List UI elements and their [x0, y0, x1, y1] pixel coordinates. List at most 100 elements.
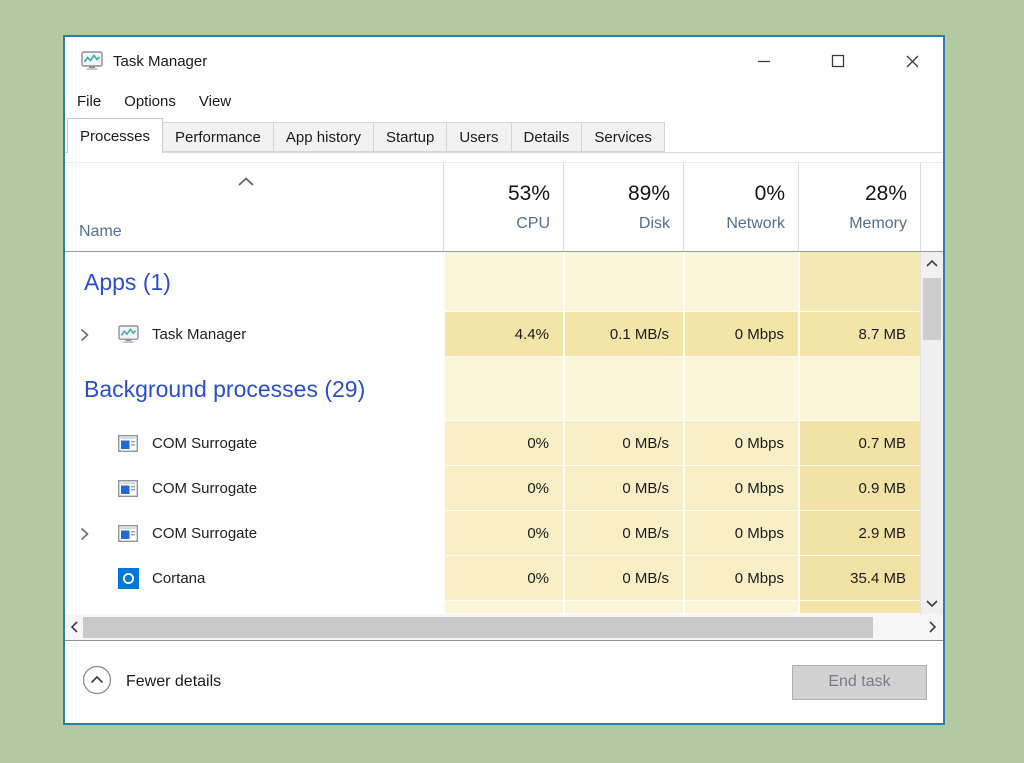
- column-header-memory[interactable]: 28% Memory: [798, 163, 920, 251]
- process-name: COM Surrogate: [152, 480, 257, 497]
- network-cell: 0 Mbps: [683, 421, 798, 466]
- scroll-right-icon[interactable]: [923, 614, 941, 640]
- cpu-cell: 0%: [443, 511, 563, 556]
- memory-cell: [798, 252, 920, 312]
- maximize-icon[interactable]: [821, 46, 855, 76]
- close-icon[interactable]: [895, 46, 929, 76]
- disk-cell: [563, 357, 683, 421]
- tab-processes[interactable]: Processes: [67, 118, 163, 153]
- sort-chevron-up-icon: [237, 173, 255, 191]
- memory-column-label: Memory: [849, 215, 907, 233]
- disk-cell: 0 MB/s: [563, 556, 683, 601]
- cpu-cell: [443, 357, 563, 421]
- group-row-background[interactable]: Background processes (29): [65, 357, 920, 421]
- disk-total-percent: 89%: [628, 182, 670, 206]
- network-cell: 0 Mbps: [683, 556, 798, 601]
- fewer-details-toggle[interactable]: Fewer details: [82, 665, 221, 700]
- memory-cell: 0.7 MB: [798, 421, 920, 466]
- memory-total-percent: 28%: [865, 182, 907, 206]
- horizontal-scrollbar[interactable]: [65, 614, 943, 641]
- task-manager-window: Task Manager File Options View Processes…: [63, 35, 945, 725]
- process-name: COM Surrogate: [152, 525, 257, 542]
- title-bar: Task Manager: [65, 37, 943, 85]
- table-row-com-surrogate-2[interactable]: COM Surrogate 0% 0 MB/s 0 Mbps 0.9 MB: [65, 466, 920, 511]
- network-cell: 0 Mbps: [683, 511, 798, 556]
- memory-cell: [798, 357, 920, 421]
- disk-column-label: Disk: [639, 215, 670, 233]
- expand-chevron-icon[interactable]: [80, 527, 100, 541]
- scroll-left-icon[interactable]: [65, 614, 83, 640]
- horizontal-scroll-thumb[interactable]: [83, 617, 873, 638]
- com-surrogate-icon: [116, 525, 140, 542]
- column-header-network[interactable]: 0% Network: [683, 163, 798, 251]
- table-row-cortana[interactable]: Cortana 0% 0 MB/s 0 Mbps 35.4 MB: [65, 556, 920, 601]
- table-row-com-surrogate-3[interactable]: COM Surrogate 0% 0 MB/s 0 Mbps 2.9 MB: [65, 511, 920, 556]
- cpu-cell: [443, 252, 563, 312]
- cpu-column-label: CPU: [516, 215, 550, 233]
- task-manager-icon: [116, 325, 140, 344]
- footer-bar: Fewer details End task: [65, 641, 943, 723]
- partial-row: [65, 601, 920, 614]
- memory-cell: 8.7 MB: [798, 312, 920, 357]
- scroll-up-icon[interactable]: [921, 252, 943, 274]
- minimize-icon[interactable]: [747, 46, 781, 76]
- process-name: Cortana: [152, 570, 205, 587]
- table-row-com-surrogate-1[interactable]: COM Surrogate 0% 0 MB/s 0 Mbps 0.7 MB: [65, 421, 920, 466]
- com-surrogate-icon: [116, 435, 140, 452]
- group-label: Background processes (29): [80, 376, 365, 403]
- column-header-disk[interactable]: 89% Disk: [563, 163, 683, 251]
- circle-chevron-up-icon: [82, 665, 112, 700]
- name-column-label: Name: [79, 223, 122, 241]
- memory-cell: 0.9 MB: [798, 466, 920, 511]
- end-task-button[interactable]: End task: [792, 665, 927, 700]
- cpu-cell: 0%: [443, 556, 563, 601]
- com-surrogate-icon: [116, 480, 140, 497]
- group-label: Apps (1): [80, 269, 171, 296]
- network-cell: [683, 357, 798, 421]
- expand-chevron-icon[interactable]: [80, 328, 100, 342]
- process-name: Task Manager: [152, 326, 246, 343]
- window-title: Task Manager: [113, 53, 207, 70]
- cortana-icon: [116, 568, 140, 589]
- column-header-row: Name 53% CPU 89% Disk 0% Network 28% Mem…: [65, 162, 943, 252]
- memory-cell: 2.9 MB: [798, 511, 920, 556]
- menu-view[interactable]: View: [199, 90, 242, 113]
- network-column-label: Network: [726, 215, 785, 233]
- network-total-percent: 0%: [755, 182, 785, 206]
- tab-bar: Processes Performance App history Startu…: [65, 117, 943, 153]
- process-table: Apps (1): [65, 252, 943, 614]
- process-name: COM Surrogate: [152, 435, 257, 452]
- process-rows: Apps (1): [65, 252, 920, 614]
- tab-details[interactable]: Details: [511, 122, 583, 152]
- cpu-cell: 4.4%: [443, 312, 563, 357]
- vertical-scroll-thumb[interactable]: [923, 278, 941, 340]
- window-controls: [707, 46, 929, 76]
- disk-cell: 0 MB/s: [563, 421, 683, 466]
- tab-performance[interactable]: Performance: [162, 122, 274, 152]
- fewer-details-label: Fewer details: [126, 673, 221, 691]
- group-row-apps[interactable]: Apps (1): [65, 252, 920, 312]
- menu-options[interactable]: Options: [124, 90, 187, 113]
- cpu-total-percent: 53%: [508, 182, 550, 206]
- table-row-task-manager[interactable]: Task Manager 4.4% 0.1 MB/s 0 Mbps 8.7 MB: [65, 312, 920, 357]
- column-header-name[interactable]: Name: [65, 163, 443, 251]
- task-manager-app-icon: [81, 51, 103, 71]
- tab-app-history[interactable]: App history: [273, 122, 374, 152]
- tab-services[interactable]: Services: [581, 122, 665, 152]
- disk-cell: 0 MB/s: [563, 511, 683, 556]
- tab-users[interactable]: Users: [446, 122, 511, 152]
- vertical-scrollbar[interactable]: [920, 252, 943, 614]
- scroll-down-icon[interactable]: [921, 592, 943, 614]
- disk-cell: 0.1 MB/s: [563, 312, 683, 357]
- column-header-cpu[interactable]: 53% CPU: [443, 163, 563, 251]
- header-scrollbar-corner: [920, 163, 943, 251]
- menu-file[interactable]: File: [77, 90, 112, 113]
- disk-cell: [563, 252, 683, 312]
- menu-bar: File Options View: [65, 85, 943, 117]
- cpu-cell: 0%: [443, 466, 563, 511]
- tab-startup[interactable]: Startup: [373, 122, 447, 152]
- memory-cell: 35.4 MB: [798, 556, 920, 601]
- network-cell: 0 Mbps: [683, 466, 798, 511]
- cpu-cell: 0%: [443, 421, 563, 466]
- network-cell: [683, 252, 798, 312]
